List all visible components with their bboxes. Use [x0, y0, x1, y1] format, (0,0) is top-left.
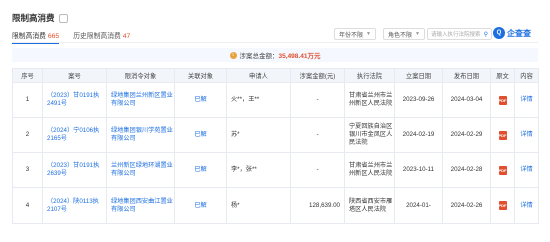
target-company-link[interactable]: 绿地集团西安曲江置业有限公司 — [106, 187, 175, 224]
detail-link[interactable]: 详情 — [514, 187, 539, 224]
restriction-table: 序号 案号 限消令对象 关联对象 申请人 涉案金额(元) 执行法院 立案日期 发… — [12, 68, 539, 224]
col-header: 执行法院 — [344, 68, 395, 83]
brand-logo: Q 企查查 — [493, 27, 531, 39]
chevron-down-icon: ▼ — [366, 31, 371, 37]
relation-link[interactable]: 已解 — [174, 152, 227, 188]
col-header: 发布日期 — [442, 68, 491, 83]
page-header: 限制高消费 — [12, 12, 68, 24]
detail-link[interactable]: 详情 — [514, 82, 539, 118]
detail-link[interactable]: 详情 — [514, 117, 539, 153]
col-header: 内容 — [514, 68, 539, 83]
col-header: 原文 — [490, 68, 515, 83]
pdf-icon[interactable]: PDF — [498, 201, 507, 210]
tab-divider — [12, 42, 538, 43]
col-header: 案号 — [42, 68, 107, 83]
case-number-link[interactable]: （2023）甘0191执2639号 — [42, 152, 107, 188]
relation-link[interactable]: 已解 — [174, 82, 227, 118]
col-header: 限消令对象 — [106, 68, 175, 83]
target-company-link[interactable]: 绿地集团兰州新区置业有限公司 — [106, 82, 175, 118]
detail-link[interactable]: 详情 — [514, 152, 539, 188]
info-icon[interactable] — [58, 13, 68, 23]
relation-link[interactable]: 已解 — [174, 187, 227, 224]
table-row: 1 （2023）甘0191执2491号 绿地集团兰州新区置业有限公司 已解 火*… — [12, 82, 539, 118]
target-company-link[interactable]: 兰州新区绿地环湖置业有限公司 — [106, 152, 175, 188]
table-row: 2 （2024）宁0106执2165号 绿地集团银川学苑置业有限公司 已解 苏*… — [12, 117, 539, 153]
total-amount-banner: i 涉案总金额： 35,498.41万元 — [12, 48, 538, 62]
pdf-icon[interactable]: PDF — [498, 95, 507, 105]
case-number-link[interactable]: （2024）陕0113执2107号 — [42, 187, 107, 224]
col-header: 关联对象 — [174, 68, 227, 83]
case-number-link[interactable]: （2023）甘0191执2491号 — [42, 82, 107, 118]
table-header-row: 序号 案号 限消令对象 关联对象 申请人 涉案金额(元) 执行法院 立案日期 发… — [12, 68, 539, 83]
chevron-down-icon: ▼ — [415, 31, 420, 37]
search-icon[interactable]: ⚲ — [484, 31, 488, 38]
total-amount-value: 35,498.41万元 — [278, 53, 321, 60]
court-search-input[interactable]: 请输入执行法院搜索 ⚲ — [427, 28, 492, 40]
year-filter-dropdown[interactable]: 年份不限 ▼ — [334, 28, 376, 40]
pdf-icon[interactable]: PDF — [498, 165, 507, 175]
relation-link[interactable]: 已解 — [174, 117, 227, 153]
table-row: 3 （2023）甘0191执2639号 兰州新区绿地环湖置业有限公司 已解 李*… — [12, 152, 539, 188]
role-filter-dropdown[interactable]: 角色不限 ▼ — [383, 28, 425, 40]
pdf-icon[interactable]: PDF — [498, 130, 507, 140]
page-title: 限制高消费 — [12, 13, 55, 23]
table-row: 4 （2024）陕0113执2107号 绿地集团西安曲江置业有限公司 已解 杨*… — [12, 187, 539, 224]
target-company-link[interactable]: 绿地集团银川学苑置业有限公司 — [106, 117, 175, 153]
qichacha-logo-icon: Q — [493, 27, 505, 39]
col-header: 申请人 — [226, 68, 291, 83]
col-header: 涉案金额(元) — [290, 68, 345, 83]
col-header: 序号 — [12, 68, 43, 83]
col-header: 立案日期 — [394, 68, 443, 83]
case-number-link[interactable]: （2024）宁0106执2165号 — [42, 117, 107, 153]
info-icon: i — [229, 51, 237, 59]
